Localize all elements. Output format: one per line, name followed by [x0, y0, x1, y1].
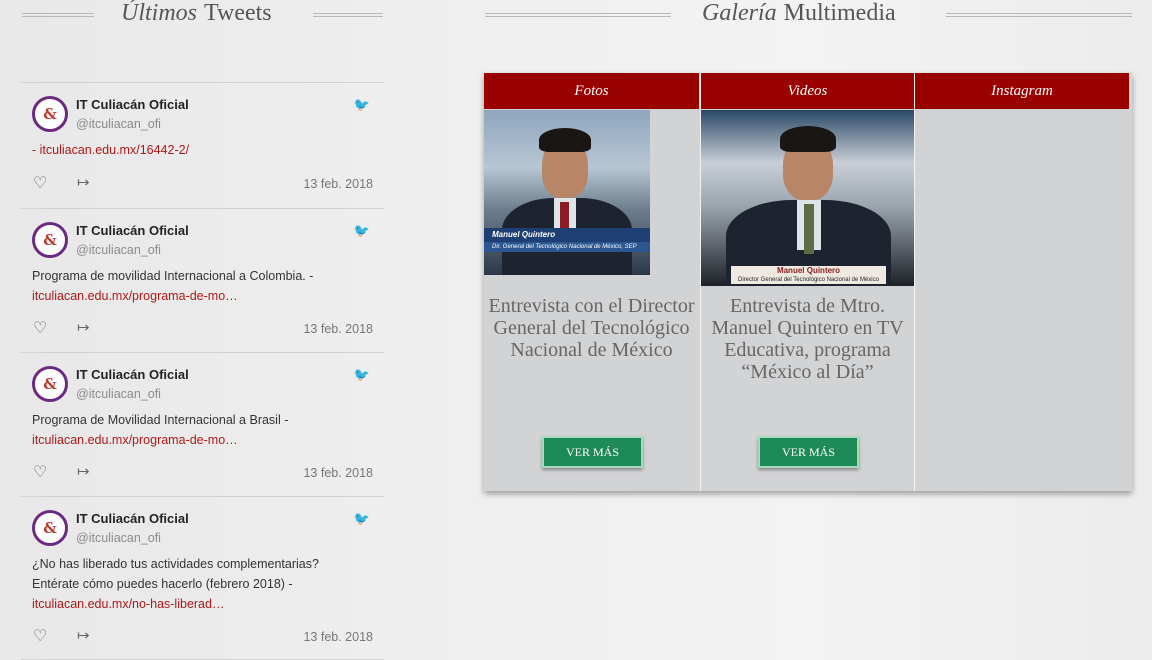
twitter-bird-icon[interactable]: 🐦 [354, 367, 370, 383]
tab-fotos[interactable]: Fotos [484, 73, 699, 109]
twitter-bird-icon[interactable]: 🐦 [354, 511, 370, 527]
tab-videos[interactable]: Videos [701, 73, 914, 109]
tweet-card: & IT Culiacán Oficial @itculiacan_ofi 🐦 … [21, 352, 384, 496]
tab-instagram[interactable]: Instagram [915, 73, 1129, 109]
tweet-date[interactable]: 13 feb. 2018 [303, 177, 373, 191]
tweet-link[interactable]: itculiacan.edu.mx/no-has-liberad… [32, 597, 224, 611]
video-thumbnail[interactable]: Manuel Quintero Director General del Tecn… [701, 110, 914, 286]
ver-mas-button[interactable]: VER MÁS [542, 436, 643, 468]
gallery-section-title: Galería Multimedia [480, 0, 1152, 30]
tweet-author-name[interactable]: IT Culiacán Oficial [76, 511, 189, 526]
title-rule-left [22, 13, 94, 17]
tweet-text: ¿No has liberado tus actividades complem… [32, 557, 319, 611]
title-italic: Galería [702, 0, 777, 26]
gallery-column-fotos: Fotos Manuel Quintero Dir. General del T… [484, 73, 699, 491]
gallery-caption[interactable]: Entrevista con el Director General del T… [484, 295, 699, 361]
tweet-text: Programa de Movilidad Internacional a Br… [32, 413, 289, 447]
tweet-link[interactable]: itculiacan.edu.mx/programa-de-mo… [32, 289, 238, 303]
tweet-date[interactable]: 13 feb. 2018 [303, 630, 373, 644]
like-heart-icon[interactable]: ♡ [33, 173, 47, 193]
tweet-author-handle[interactable]: @itculiacan_ofi [76, 531, 161, 545]
title-rule-right [946, 13, 1132, 17]
thumbnail-lower-third: Manuel Quintero [484, 228, 650, 242]
like-heart-icon[interactable]: ♡ [33, 318, 47, 338]
avatar[interactable]: & [32, 96, 68, 132]
tweet-date[interactable]: 13 feb. 2018 [303, 322, 373, 336]
tweet-author-handle[interactable]: @itculiacan_ofi [76, 243, 161, 257]
tweet-author-name[interactable]: IT Culiacán Oficial [76, 367, 189, 382]
share-icon[interactable]: ↦ [77, 318, 90, 336]
tweet-card: & IT Culiacán Oficial @itculiacan_ofi 🐦 … [21, 82, 384, 208]
gallery-caption[interactable]: Entrevista de Mtro. Manuel Quintero en T… [701, 295, 914, 383]
share-icon[interactable]: ↦ [77, 173, 90, 191]
multimedia-gallery: Fotos Manuel Quintero Dir. General del T… [484, 73, 1132, 491]
tweet-author-name[interactable]: IT Culiacán Oficial [76, 97, 189, 112]
tweet-link[interactable]: itculiacan.edu.mx/16442-2/ [40, 143, 189, 157]
title-rule-left [485, 13, 671, 17]
tweet-text: - itculiacan.edu.mx/16442-2/ [32, 143, 190, 157]
title-rest: Tweets [204, 0, 272, 26]
gallery-column-videos: Videos Manuel Quintero Director General d… [700, 73, 914, 491]
share-icon[interactable]: ↦ [77, 462, 90, 480]
tweet-link[interactable]: itculiacan.edu.mx/programa-de-mo… [32, 433, 238, 447]
tweet-card: & IT Culiacán Oficial @itculiacan_ofi 🐦 … [21, 496, 384, 660]
tweet-card: & IT Culiacán Oficial @itculiacan_ofi 🐦 … [21, 208, 384, 353]
video-thumbnail[interactable]: Manuel Quintero Dir. General del Tecnoló… [484, 110, 650, 275]
like-heart-icon[interactable]: ♡ [33, 462, 47, 482]
twitter-bird-icon[interactable]: 🐦 [354, 223, 370, 239]
tweet-author-handle[interactable]: @itculiacan_ofi [76, 387, 161, 401]
thumbnail-lower-third-sub: Dir. General del Tecnológico Nacional de… [484, 242, 650, 252]
twitter-bird-icon[interactable]: 🐦 [354, 97, 370, 113]
tweets-section-title: Últimos Tweets [0, 0, 400, 30]
like-heart-icon[interactable]: ♡ [33, 626, 47, 646]
share-icon[interactable]: ↦ [77, 626, 90, 644]
avatar[interactable]: & [32, 222, 68, 258]
avatar[interactable]: & [32, 366, 68, 402]
thumbnail-lower-third: Manuel Quintero Director General del Tecn… [731, 266, 886, 284]
gallery-column-instagram: Instagram [914, 73, 1132, 491]
avatar[interactable]: & [32, 510, 68, 546]
ver-mas-button[interactable]: VER MÁS [758, 436, 859, 468]
tweet-author-name[interactable]: IT Culiacán Oficial [76, 223, 189, 238]
tweet-text: Programa de movilidad Internacional a Co… [32, 269, 314, 303]
tweet-date[interactable]: 13 feb. 2018 [303, 466, 373, 480]
title-italic: Últimos [121, 0, 198, 26]
tweet-author-handle[interactable]: @itculiacan_ofi [76, 117, 161, 131]
title-rest: Multimedia [783, 0, 896, 26]
title-rule-right [313, 13, 383, 17]
